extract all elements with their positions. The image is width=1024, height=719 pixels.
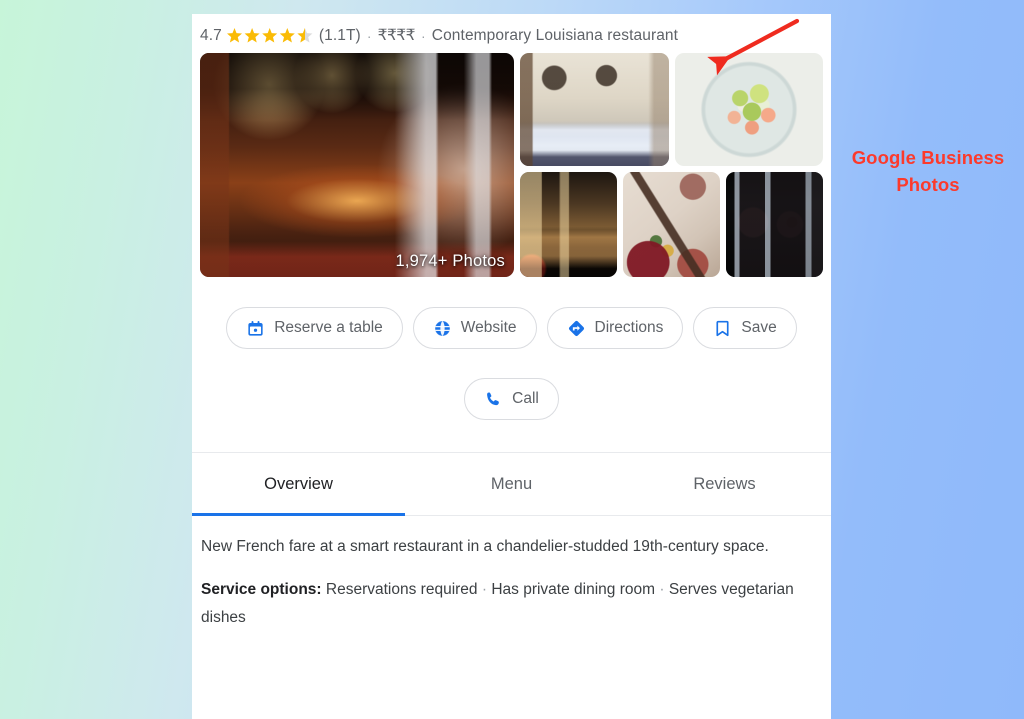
save-button[interactable]: Save	[693, 307, 797, 349]
phone-icon	[484, 390, 503, 409]
call-button-row: Call	[192, 378, 831, 420]
photo-thumbnail-row-bottom	[520, 172, 823, 277]
business-category: Contemporary Louisiana restaurant	[431, 26, 679, 44]
calendar-icon	[246, 319, 265, 338]
photo-table-setting[interactable]	[623, 172, 720, 277]
reserve-a-table-label: Reserve a table	[274, 319, 383, 336]
price-range: ₹₹₹₹	[377, 27, 416, 44]
annotation-google-business-photos: Google Business Photos	[832, 144, 1024, 198]
tab-menu[interactable]: Menu	[405, 453, 618, 515]
photo-storefront-image	[726, 172, 823, 277]
photo-building-facade-image	[520, 172, 617, 277]
globe-icon	[433, 319, 452, 338]
website-button[interactable]: Website	[412, 307, 537, 349]
google-business-knowledge-panel: 4.7 (1.1T) · ₹₹₹₹ · Contemporary Louisia…	[192, 14, 831, 719]
photo-dining-room-image	[520, 53, 669, 166]
tab-overview-label: Overview	[264, 474, 333, 493]
bookmark-icon	[713, 319, 732, 338]
call-label: Call	[512, 390, 539, 407]
call-button[interactable]: Call	[464, 378, 559, 420]
tab-reviews[interactable]: Reviews	[618, 453, 831, 515]
photo-bar-interior-image	[200, 53, 514, 277]
reserve-a-table-button[interactable]: Reserve a table	[226, 307, 403, 349]
separator-dot-1: ·	[366, 27, 372, 44]
service-options: Service options: Reservations required ·…	[192, 560, 831, 632]
tab-menu-label: Menu	[490, 474, 533, 493]
directions-button[interactable]: Directions	[546, 307, 684, 349]
service-options-dot-2: ·	[659, 581, 669, 598]
service-option-1: Reservations required	[325, 581, 478, 598]
website-label: Website	[460, 319, 517, 336]
tab-overview[interactable]: Overview	[192, 453, 405, 516]
service-options-dot-1: ·	[481, 581, 492, 598]
photo-bar-interior[interactable]: 1,974+ Photos	[200, 53, 514, 277]
photo-storefront[interactable]	[726, 172, 823, 277]
action-buttons-row: Reserve a table Website Directions Save	[192, 307, 831, 349]
photo-thumbnail-column	[520, 53, 823, 277]
photo-building-facade[interactable]	[520, 172, 617, 277]
photo-table-setting-image	[623, 172, 720, 277]
photos-count-badge: 1,974+ Photos	[395, 252, 505, 270]
rating-header: 4.7 (1.1T) · ₹₹₹₹ · Contemporary Louisia…	[192, 14, 831, 53]
directions-label: Directions	[594, 319, 664, 336]
directions-diamond-icon	[567, 319, 586, 338]
photo-thumbnail-row-top	[520, 53, 823, 166]
annotation-line-2: Photos	[896, 174, 960, 195]
tab-reviews-label: Reviews	[693, 474, 756, 493]
annotation-line-1: Google Business	[851, 147, 1005, 168]
rating-count: (1.1T)	[318, 26, 361, 44]
service-option-2: Has private dining room	[491, 581, 656, 598]
rating-score: 4.7	[200, 26, 222, 44]
save-label: Save	[741, 319, 777, 336]
business-description: New French fare at a smart restaurant in…	[201, 538, 769, 555]
star-rating-icons	[226, 27, 314, 44]
photo-dining-room[interactable]	[520, 53, 669, 166]
photo-gallery: 1,974+ Photos	[192, 53, 831, 277]
photo-salad-dish-image	[674, 53, 823, 166]
separator-dot-2: ·	[421, 27, 426, 44]
service-options-label: Service options:	[201, 581, 322, 598]
panel-tabs: Overview Menu Reviews	[192, 452, 831, 516]
photo-salad-dish[interactable]	[674, 53, 823, 166]
